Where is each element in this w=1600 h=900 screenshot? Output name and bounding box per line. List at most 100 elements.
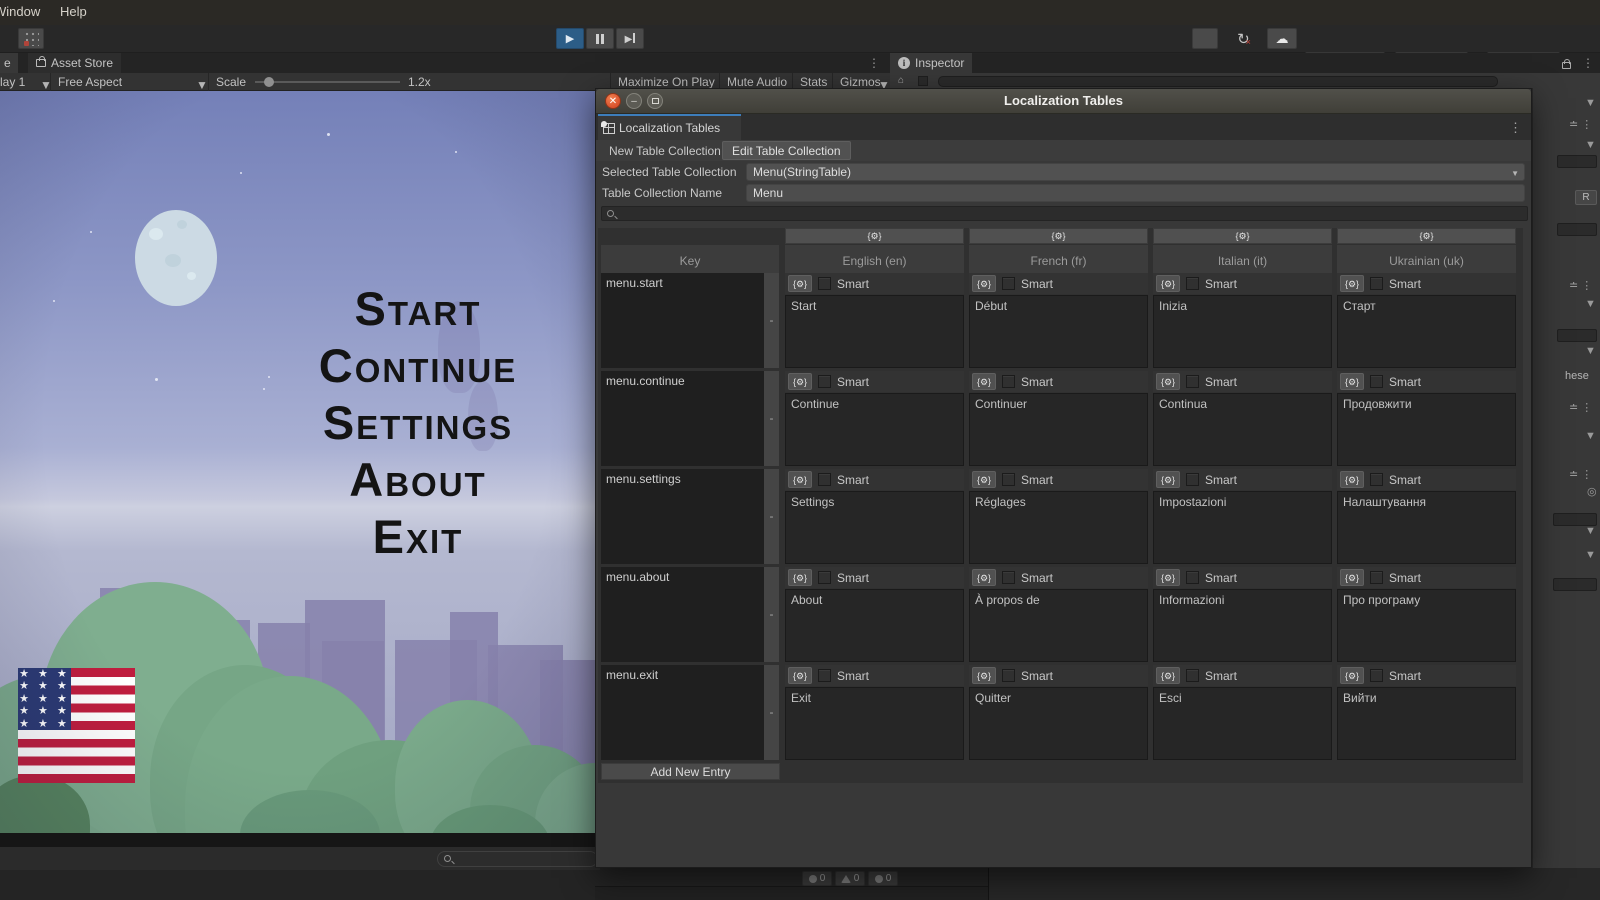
translation-field[interactable]: Продовжити (1337, 393, 1516, 466)
dropdown-arrow-icon[interactable]: ▼ (1585, 549, 1596, 561)
smart-checkbox[interactable] (818, 669, 831, 682)
dropdown-arrow-icon[interactable]: ▼ (1585, 139, 1596, 151)
cloud-button[interactable]: ☁ (1267, 28, 1297, 49)
table-collection-name-field[interactable]: Menu (746, 184, 1525, 202)
metadata-icon-button[interactable]: {⚙} (972, 471, 996, 488)
metadata-icon-button[interactable]: {⚙} (788, 471, 812, 488)
key-cell[interactable]: menu.exit (601, 665, 764, 760)
window-kebab-menu[interactable]: ⋮ (1509, 120, 1522, 136)
smart-checkbox[interactable] (1370, 277, 1383, 290)
smart-checkbox[interactable] (1186, 375, 1199, 388)
translation-field[interactable]: Settings (785, 491, 964, 564)
console-error-toggle[interactable]: 0 (868, 871, 898, 886)
translation-field[interactable]: Exit (785, 687, 964, 760)
smart-checkbox[interactable] (1186, 571, 1199, 584)
translation-field[interactable]: À propos de (969, 589, 1148, 662)
collab-button[interactable]: ↻× (1230, 28, 1258, 49)
translation-field[interactable]: Старт (1337, 295, 1516, 368)
aspect-dropdown[interactable]: Free Aspect (58, 75, 122, 89)
smart-checkbox[interactable] (1186, 473, 1199, 486)
selected-table-collection-dropdown[interactable]: Menu(StringTable) ▼ (746, 163, 1525, 181)
translation-field[interactable]: Налаштування (1337, 491, 1516, 564)
translation-field[interactable]: Début (969, 295, 1148, 368)
column-header-Italian (it)[interactable]: Italian (it) (1153, 245, 1332, 273)
metadata-icon-button[interactable]: {⚙} (788, 569, 812, 586)
translation-field[interactable]: Inizia (1153, 295, 1332, 368)
translation-field[interactable]: Вийти (1337, 687, 1516, 760)
smart-checkbox[interactable] (1002, 375, 1015, 388)
metadata-icon-button[interactable]: {⚙} (1340, 471, 1364, 488)
metadata-icon-button[interactable]: {⚙} (1156, 471, 1180, 488)
window-titlebar[interactable]: ✕ – Localization Tables (596, 89, 1531, 114)
key-cell[interactable]: menu.about (601, 567, 764, 662)
column-header-English (en)[interactable]: English (en) (785, 245, 964, 273)
table-search-input[interactable] (601, 206, 1528, 221)
translation-field[interactable]: Informazioni (1153, 589, 1332, 662)
translation-field[interactable]: Quitter (969, 687, 1148, 760)
column-header-French (fr)[interactable]: French (fr) (969, 245, 1148, 273)
smart-checkbox[interactable] (1370, 473, 1383, 486)
dropdown-arrow-icon[interactable]: ▼ (1585, 525, 1596, 537)
metadata-icon-button[interactable]: {⚙} (788, 373, 812, 390)
gameobject-name-field[interactable] (938, 76, 1498, 87)
component-header-icons[interactable]: ≐ ⋮ (1569, 279, 1592, 292)
tab-inspector[interactable]: iInspector (890, 53, 972, 73)
smart-checkbox[interactable] (1002, 277, 1015, 290)
translation-field[interactable]: Continua (1153, 393, 1332, 466)
smart-checkbox[interactable] (1186, 277, 1199, 290)
rotation-tool-button[interactable]: R (1575, 190, 1597, 205)
smart-checkbox[interactable] (1370, 571, 1383, 584)
edit-table-collection-button[interactable]: Edit Table Collection (722, 141, 851, 160)
menu-help[interactable]: Help (60, 4, 87, 19)
translation-field[interactable]: About (785, 589, 964, 662)
metadata-icon-button[interactable]: {⚙} (972, 667, 996, 684)
dropdown-arrow-icon[interactable]: ▼ (1585, 430, 1596, 442)
translation-field[interactable]: Continuer (969, 393, 1148, 466)
column-header-Ukrainian (uk)[interactable]: Ukrainian (uk) (1337, 245, 1516, 273)
smart-checkbox[interactable] (1370, 375, 1383, 388)
metadata-icon-button[interactable]: {⚙} (972, 373, 996, 390)
smart-checkbox[interactable] (818, 277, 831, 290)
inspector-lock-icon[interactable] (1562, 58, 1571, 72)
column-header-key[interactable]: Key (601, 245, 779, 273)
row-resize-handle[interactable]: - (764, 469, 779, 564)
dropdown-arrow-icon[interactable]: ▼ (1585, 298, 1596, 310)
metadata-icon-button[interactable]: {⚙} (972, 275, 996, 292)
play-button[interactable]: ▶ (556, 28, 584, 49)
active-checkbox[interactable] (918, 76, 928, 86)
target-icon[interactable]: ◎ (1587, 485, 1597, 498)
new-table-collection-button[interactable]: New Table Collection (600, 141, 730, 160)
project-search-input[interactable] (437, 851, 598, 867)
row-resize-handle[interactable]: - (764, 665, 779, 760)
column-metadata-button[interactable]: {⚙} (969, 228, 1148, 244)
smart-checkbox[interactable] (818, 375, 831, 388)
column-metadata-button[interactable]: {⚙} (1153, 228, 1332, 244)
row-resize-handle[interactable]: - (764, 273, 779, 368)
metadata-icon-button[interactable]: {⚙} (1340, 667, 1364, 684)
menu-window[interactable]: Window (0, 4, 40, 19)
dropdown-arrow-icon[interactable]: ▼ (1585, 345, 1596, 357)
add-new-entry-button[interactable]: Add New Entry (601, 763, 780, 780)
metadata-icon-button[interactable]: {⚙} (788, 667, 812, 684)
column-metadata-button[interactable]: {⚙} (785, 228, 964, 244)
metadata-icon-button[interactable]: {⚙} (1340, 569, 1364, 586)
metadata-icon-button[interactable]: {⚙} (1156, 569, 1180, 586)
metadata-icon-button[interactable]: {⚙} (1340, 373, 1364, 390)
smart-checkbox[interactable] (1186, 669, 1199, 682)
translation-field[interactable]: Réglages (969, 491, 1148, 564)
translation-field[interactable]: Start (785, 295, 964, 368)
key-cell[interactable]: menu.continue (601, 371, 764, 466)
smart-checkbox[interactable] (1002, 669, 1015, 682)
translation-field[interactable]: Esci (1153, 687, 1332, 760)
unknown-toolbar-button[interactable] (1192, 28, 1218, 49)
pause-button[interactable] (586, 28, 614, 49)
metadata-icon-button[interactable]: {⚙} (1340, 275, 1364, 292)
metadata-icon-button[interactable]: {⚙} (972, 569, 996, 586)
key-cell[interactable]: menu.settings (601, 469, 764, 564)
row-resize-handle[interactable]: - (764, 567, 779, 662)
row-resize-handle[interactable]: - (764, 371, 779, 466)
smart-checkbox[interactable] (818, 571, 831, 584)
mute-audio-toggle[interactable]: Mute Audio (727, 75, 787, 89)
scale-slider-knob[interactable] (264, 77, 274, 87)
component-header-icons[interactable]: ≐ ⋮ (1569, 468, 1592, 481)
